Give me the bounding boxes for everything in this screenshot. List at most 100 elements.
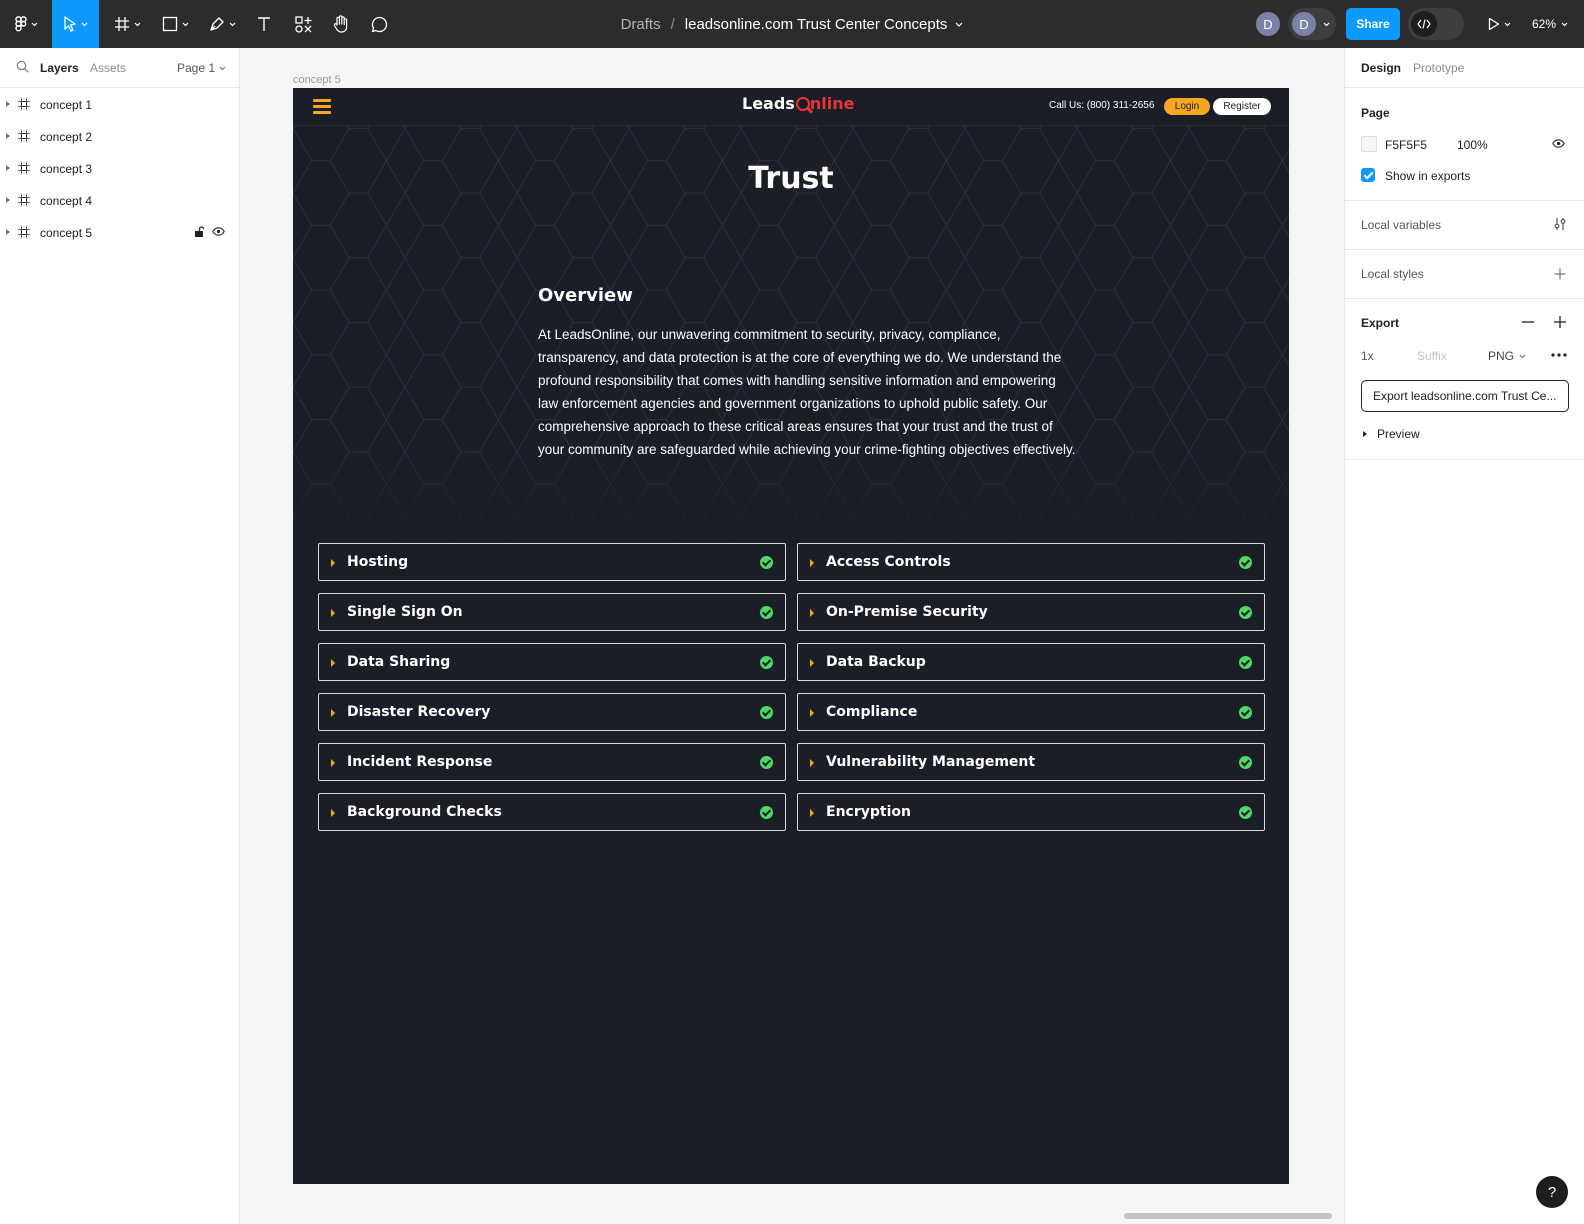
hand-icon [333,15,348,33]
chevron-down-icon [1323,22,1330,27]
local-styles-section[interactable]: Local styles [1345,250,1584,299]
accordion-item-access-controls[interactable]: Access Controls [797,543,1265,581]
check-circle-icon [760,556,773,569]
design-frame[interactable]: Leads nline Call Us: (800) 311-2656 Logi… [293,88,1289,1184]
accordion-item-on-premise-security[interactable]: On-Premise Security [797,593,1265,631]
frame-label[interactable]: concept 5 [293,74,341,86]
accordion-item-data-sharing[interactable]: Data Sharing [318,643,786,681]
logo-text-leads: Leads [742,94,795,113]
accordion-item-single-sign-on[interactable]: Single Sign On [318,593,786,631]
layer-item[interactable]: concept 4 [0,184,239,216]
login-button[interactable]: Login [1164,98,1210,115]
layer-list: concept 1 concept 2 concept 3 concept 4 … [0,88,239,248]
page-heading: Page [1361,106,1390,120]
export-format-select[interactable]: PNG [1488,349,1526,363]
chevron-down-icon[interactable] [955,22,963,27]
frame-icon [114,17,129,31]
accordion-item-data-backup[interactable]: Data Backup [797,643,1265,681]
layer-item[interactable]: concept 2 [0,120,239,152]
plus-icon[interactable] [1554,316,1566,328]
help-button[interactable]: ? [1536,1176,1568,1208]
zoom-menu[interactable]: 62% [1532,0,1568,48]
accordion-item-compliance[interactable]: Compliance [797,693,1265,731]
plus-icon[interactable] [1554,268,1566,280]
tab-assets[interactable]: Assets [90,61,126,75]
show-in-exports-checkbox[interactable] [1361,168,1375,182]
check-circle-icon [760,756,773,769]
tab-prototype[interactable]: Prototype [1413,61,1464,75]
chevron-down-icon [134,22,140,26]
eye-icon[interactable] [212,227,225,236]
layer-item[interactable]: concept 1 [0,88,239,120]
export-heading: Export [1361,316,1400,330]
caret-right-icon [810,759,814,767]
eye-icon[interactable] [1552,139,1565,148]
resources-tool[interactable] [290,0,316,48]
accordion-item-vulnerability-management[interactable]: Vulnerability Management [797,743,1265,781]
expand-caret-icon[interactable] [6,229,10,235]
hand-tool[interactable] [328,0,354,48]
main-menu-button[interactable] [8,0,44,48]
caret-right-icon [810,709,814,717]
accordion-item-hosting[interactable]: Hosting [318,543,786,581]
accordion-item-incident-response[interactable]: Incident Response [318,743,786,781]
comment-icon [371,16,387,32]
expand-caret-icon[interactable] [6,165,10,171]
text-tool[interactable] [250,0,278,48]
avatar[interactable]: D [1256,12,1280,36]
expand-caret-icon[interactable] [6,133,10,139]
page-color-hex[interactable]: F5F5F5 [1385,138,1427,152]
more-options-icon[interactable] [1551,353,1567,357]
dev-mode-toggle[interactable] [1408,8,1464,40]
horizontal-scrollbar[interactable] [1124,1213,1332,1219]
export-format-value: PNG [1488,349,1515,363]
hamburger-menu-icon[interactable] [313,99,331,114]
page-color-swatch[interactable] [1361,136,1377,152]
caret-right-icon [331,759,335,767]
comment-tool[interactable] [366,0,392,48]
page-selector[interactable]: Page 1 [177,61,226,75]
breadcrumb-separator: / [670,15,675,33]
call-us-phone[interactable]: Call Us: (800) 311-2656 [1049,100,1154,111]
accordion-title: Encryption [826,804,911,820]
shape-tool[interactable] [156,0,194,48]
accordion-item-background-checks[interactable]: Background Checks [318,793,786,831]
present-button[interactable] [1482,0,1516,48]
page-color-opacity[interactable]: 100% [1457,138,1488,152]
cursor-icon [64,16,76,32]
accordion-item-disaster-recovery[interactable]: Disaster Recovery [318,693,786,731]
chevron-down-icon [81,22,88,26]
magnifier-o-icon [795,96,810,111]
chevron-down-icon [1561,22,1568,26]
file-name[interactable]: leadsonline.com Trust Center Concepts [685,16,948,33]
local-variables-section[interactable]: Local variables [1345,201,1584,250]
export-button[interactable]: Export leadsonline.com Trust Ce... [1361,380,1569,412]
variables-adjust-icon[interactable] [1553,217,1567,231]
frame-tool[interactable] [108,0,146,48]
register-button[interactable]: Register [1213,98,1271,115]
expand-caret-icon[interactable] [6,101,10,107]
share-button[interactable]: Share [1346,8,1400,40]
caret-right-icon [331,659,335,667]
tab-layers[interactable]: Layers [40,61,79,75]
move-tool[interactable] [52,0,99,48]
search-icon[interactable] [16,60,29,73]
export-suffix-input[interactable]: Suffix [1417,349,1447,363]
multiplayer-avatar-group[interactable]: D [1288,8,1336,40]
export-scale[interactable]: 1x [1361,349,1374,363]
dev-mode-knob [1411,11,1437,37]
leadsonline-logo[interactable]: Leads nline [742,94,854,113]
layer-item[interactable]: concept 3 [0,152,239,184]
tab-design[interactable]: Design [1361,61,1401,75]
expand-caret-icon[interactable] [6,197,10,203]
caret-right-icon [331,609,335,617]
preview-caret-icon[interactable] [1363,431,1367,437]
pen-tool[interactable] [203,0,241,48]
accordion-item-encryption[interactable]: Encryption [797,793,1265,831]
accordion-title: On-Premise Security [826,604,988,620]
preview-toggle[interactable]: Preview [1377,427,1420,441]
breadcrumb-drafts[interactable]: Drafts [621,16,661,33]
layer-item[interactable]: concept 5 [0,216,239,248]
minus-icon[interactable] [1522,321,1534,323]
unlock-icon[interactable] [194,226,204,238]
